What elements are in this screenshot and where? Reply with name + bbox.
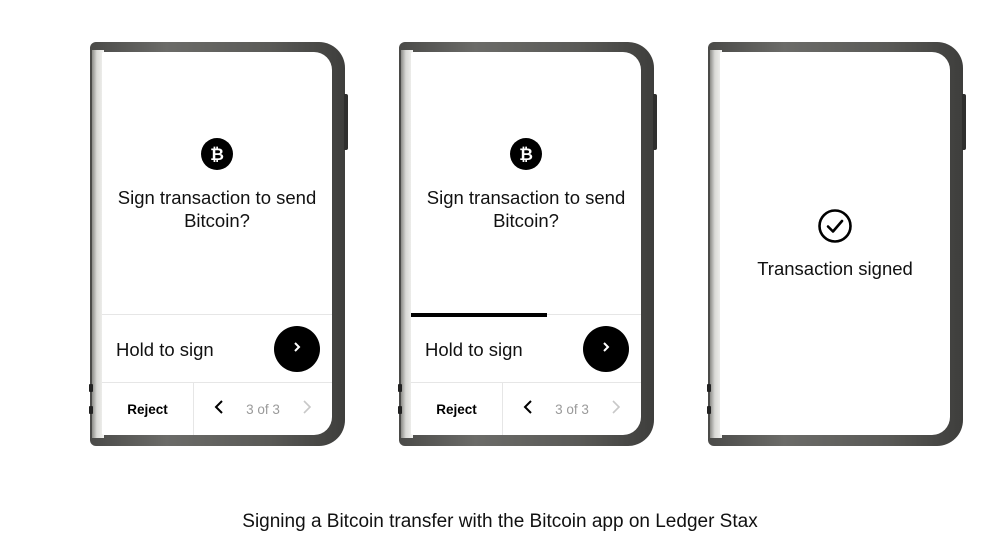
footer-bar: Reject 3 of 3 xyxy=(102,382,332,435)
chevron-right-icon[interactable] xyxy=(610,399,622,420)
device-step-1: ₿ Sign transaction to send Bitcoin? Hold… xyxy=(89,42,348,446)
chevron-left-icon[interactable] xyxy=(213,399,225,420)
svg-text:₿: ₿ xyxy=(519,145,533,164)
chevron-right-icon xyxy=(292,340,302,358)
svg-text:₿: ₿ xyxy=(210,145,224,164)
hinge-mark xyxy=(707,384,711,392)
footer-bar: Reject 3 of 3 xyxy=(411,382,641,435)
chevron-right-icon[interactable] xyxy=(301,399,313,420)
device-step-3: Transaction signed xyxy=(707,42,966,446)
page-indicator: 3 of 3 xyxy=(555,402,589,417)
device-screen: Transaction signed xyxy=(720,52,950,435)
hold-to-sign-button[interactable] xyxy=(583,326,629,372)
page-indicator: 3 of 3 xyxy=(246,402,280,417)
hinge-mark xyxy=(398,406,402,414)
bitcoin-icon: ₿ xyxy=(510,138,542,170)
pager: 3 of 3 xyxy=(503,383,641,435)
reject-button[interactable]: Reject xyxy=(102,383,194,435)
hinge-mark xyxy=(398,384,402,392)
pager: 3 of 3 xyxy=(194,383,332,435)
reject-button[interactable]: Reject xyxy=(411,383,503,435)
side-button xyxy=(962,94,966,150)
hold-to-sign-row[interactable]: Hold to sign xyxy=(411,313,641,383)
chevron-left-icon[interactable] xyxy=(522,399,534,420)
device-screen: ₿ Sign transaction to send Bitcoin? Hold… xyxy=(411,52,641,435)
hold-to-sign-row[interactable]: Hold to sign xyxy=(102,314,332,383)
hold-progress-bar xyxy=(411,313,547,317)
device-step-2: ₿ Sign transaction to send Bitcoin? Hold… xyxy=(398,42,657,446)
hold-to-sign-label: Hold to sign xyxy=(116,339,214,360)
hold-to-sign-label: Hold to sign xyxy=(425,339,523,360)
side-button xyxy=(653,94,657,150)
transaction-signed-label: Transaction signed xyxy=(757,258,913,279)
hold-to-sign-button[interactable] xyxy=(274,326,320,372)
chevron-right-icon xyxy=(601,340,611,358)
sign-prompt: Sign transaction to send Bitcoin? xyxy=(117,187,317,231)
hinge-mark xyxy=(89,406,93,414)
sign-prompt: Sign transaction to send Bitcoin? xyxy=(426,187,626,231)
bitcoin-icon: ₿ xyxy=(201,138,233,170)
hinge-mark xyxy=(89,384,93,392)
figure-caption: Signing a Bitcoin transfer with the Bitc… xyxy=(242,511,758,532)
hinge-mark xyxy=(707,406,711,414)
check-circle-icon xyxy=(817,208,853,244)
side-button xyxy=(344,94,348,150)
device-screen: ₿ Sign transaction to send Bitcoin? Hold… xyxy=(102,52,332,435)
